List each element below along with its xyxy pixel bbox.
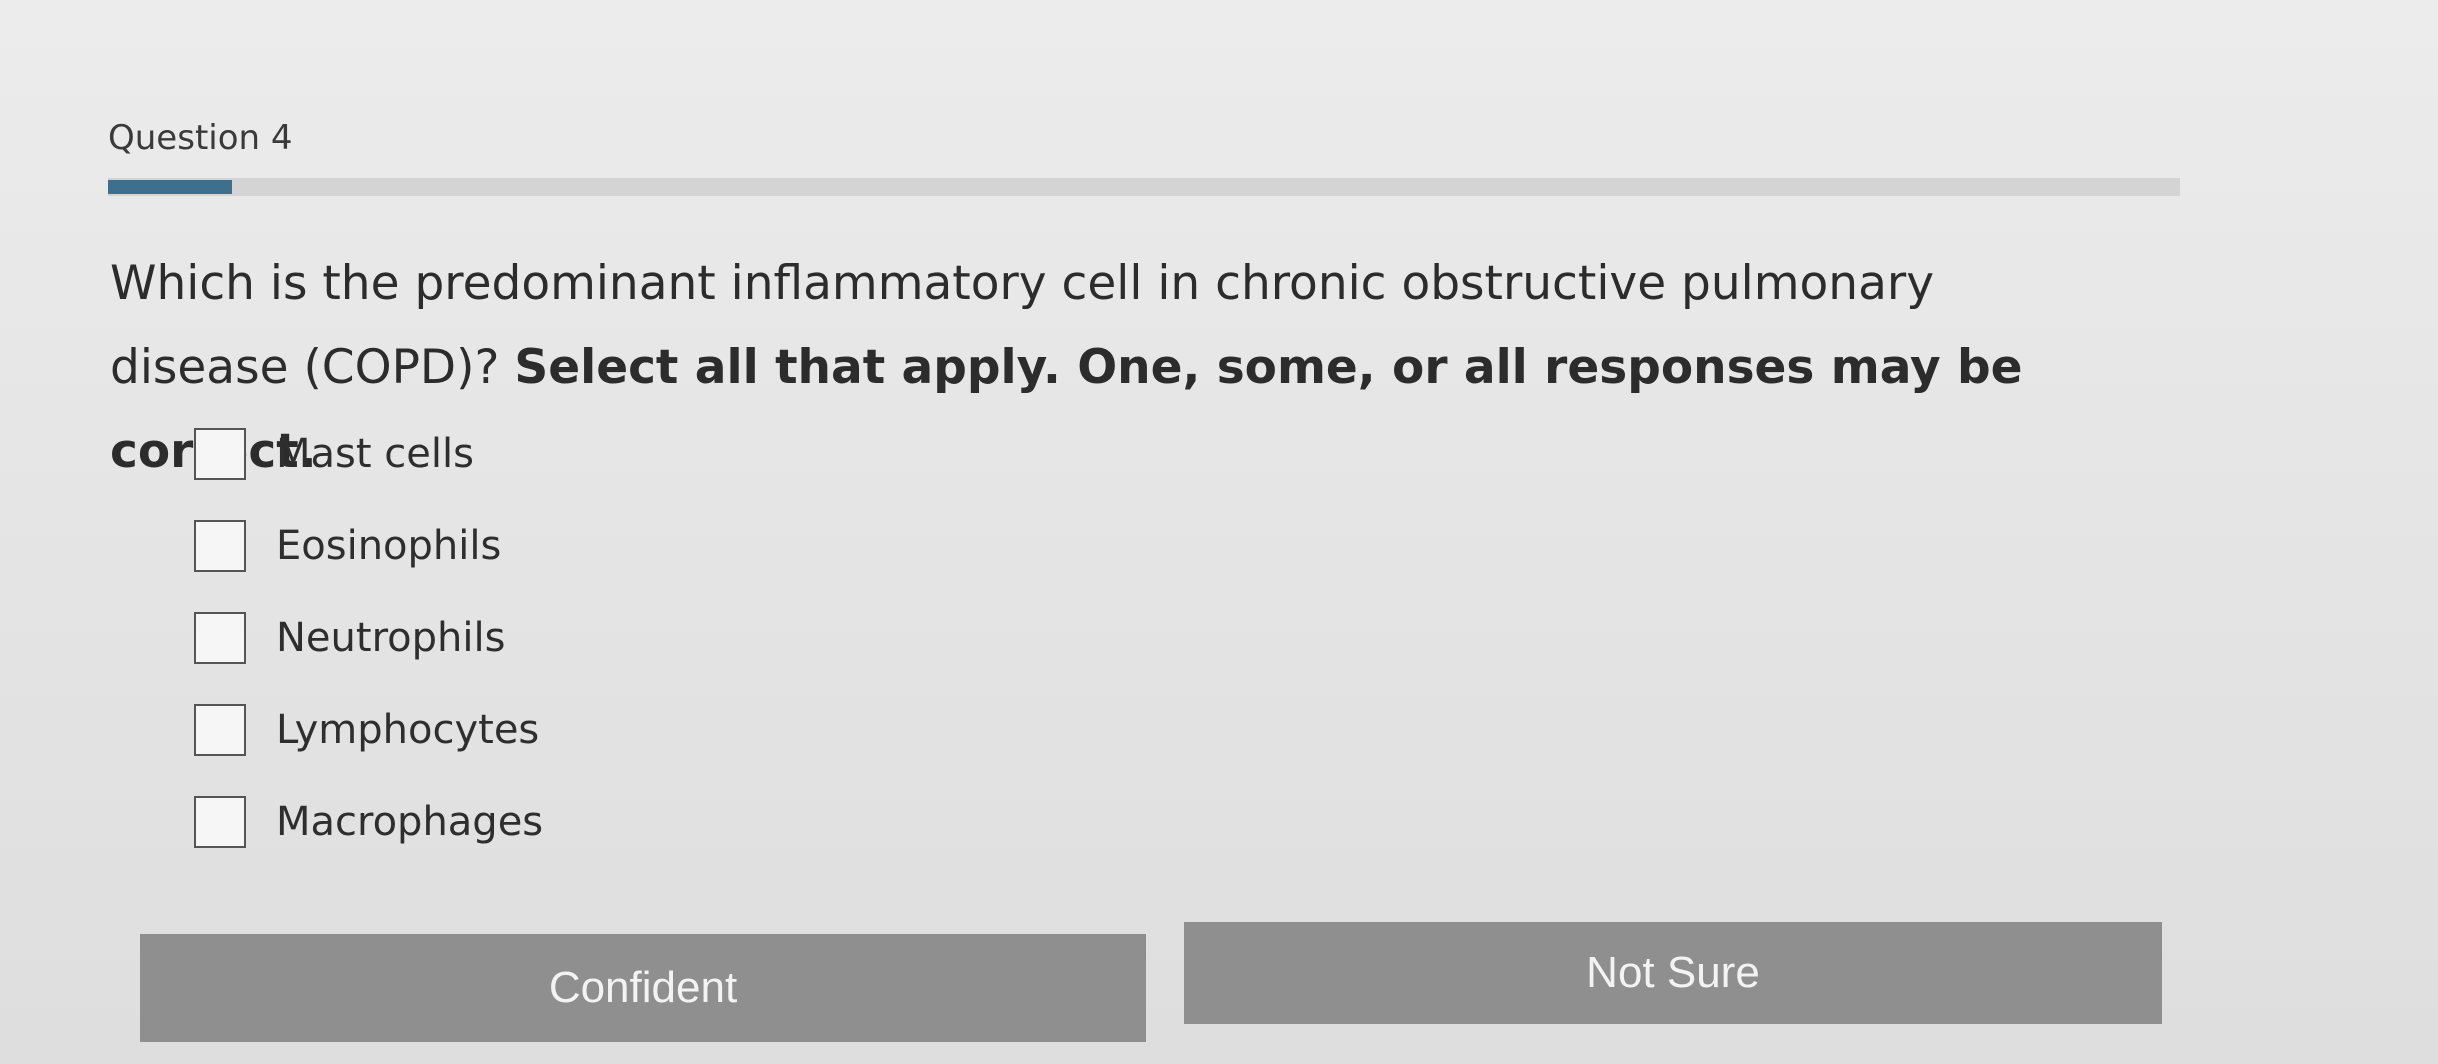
confident-button[interactable]: Confident <box>140 934 1146 1042</box>
option-macrophages[interactable]: Macrophages <box>194 776 543 868</box>
option-eosinophils[interactable]: Eosinophils <box>194 500 543 592</box>
option-label: Eosinophils <box>276 523 502 569</box>
option-mast-cells[interactable]: Mast cells <box>194 408 543 500</box>
checkbox-icon[interactable] <box>194 796 246 848</box>
option-lymphocytes[interactable]: Lymphocytes <box>194 684 543 776</box>
progress-bar-fill <box>108 180 233 194</box>
option-label: Neutrophils <box>276 615 506 661</box>
checkbox-icon[interactable] <box>194 704 246 756</box>
option-label: Lymphocytes <box>276 707 540 753</box>
option-neutrophils[interactable]: Neutrophils <box>194 592 543 684</box>
checkbox-icon[interactable] <box>194 520 246 572</box>
option-label: Macrophages <box>276 799 544 845</box>
checkbox-icon[interactable] <box>194 612 246 664</box>
option-label: Mast cells <box>276 431 474 477</box>
checkbox-icon[interactable] <box>194 428 246 480</box>
answer-options: Mast cells Eosinophils Neutrophils Lymph… <box>194 408 543 868</box>
not-sure-button[interactable]: Not Sure <box>1184 922 2162 1024</box>
question-number: Question 4 <box>108 118 293 158</box>
progress-bar <box>108 178 2180 196</box>
